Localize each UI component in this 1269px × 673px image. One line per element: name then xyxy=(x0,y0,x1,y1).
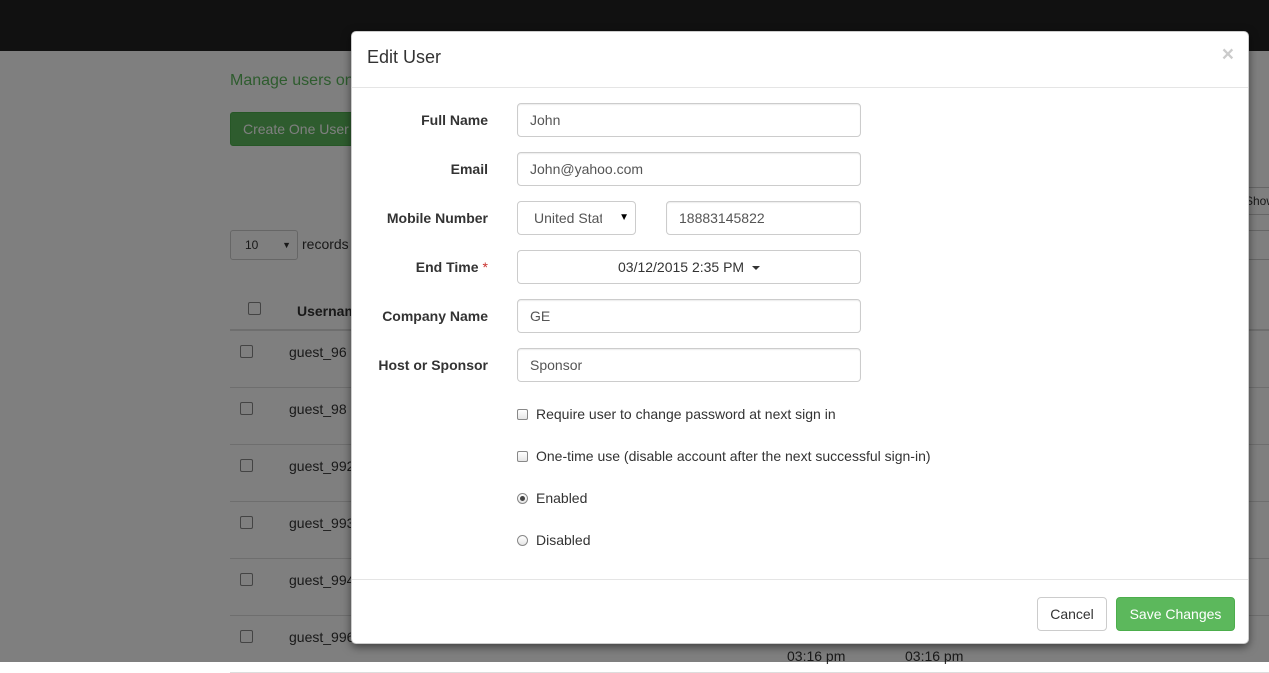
edit-user-modal: Edit User × Full Name Email Mobile Numbe… xyxy=(351,31,1249,644)
modal-footer: Cancel Save Changes xyxy=(352,579,1248,645)
disabled-radio[interactable] xyxy=(517,535,528,546)
cancel-button[interactable]: Cancel xyxy=(1037,597,1107,631)
chevron-down-icon: ▼ xyxy=(619,212,629,223)
one-time-label: One-time use (disable account after the … xyxy=(536,448,931,464)
one-time-checkbox[interactable] xyxy=(517,451,528,462)
company-label: Company Name xyxy=(382,308,488,324)
enabled-radio[interactable] xyxy=(517,493,528,504)
modal-header: Edit User × xyxy=(352,32,1248,88)
country-select[interactable]: United States ▼ xyxy=(517,201,636,235)
caret-down-icon xyxy=(752,266,760,271)
email-input[interactable] xyxy=(517,152,861,186)
one-time-option[interactable]: One-time use (disable account after the … xyxy=(517,448,931,464)
full-name-input[interactable] xyxy=(517,103,861,137)
end-time-label-text: End Time xyxy=(415,259,479,275)
mobile-label: Mobile Number xyxy=(386,210,488,226)
disabled-label: Disabled xyxy=(536,532,591,548)
country-value: United States xyxy=(534,210,602,226)
save-changes-button[interactable]: Save Changes xyxy=(1116,597,1235,631)
enabled-option[interactable]: Enabled xyxy=(517,490,587,506)
end-time-row: End Time * 03/12/2015 2:35 PM xyxy=(352,250,1248,284)
close-icon[interactable]: × xyxy=(1222,44,1234,65)
host-row: Host or Sponsor xyxy=(352,348,1248,382)
end-time-value: 03/12/2015 2:35 PM xyxy=(618,259,745,275)
require-change-checkbox[interactable] xyxy=(517,409,528,420)
end-time-label: End Time * xyxy=(352,259,488,275)
phone-input[interactable] xyxy=(666,201,861,235)
required-marker: * xyxy=(482,259,488,275)
host-input[interactable] xyxy=(517,348,861,382)
require-change-option[interactable]: Require user to change password at next … xyxy=(517,406,836,422)
full-name-label: Full Name xyxy=(421,112,488,128)
email-label: Email xyxy=(450,161,488,177)
end-time-picker-button[interactable]: 03/12/2015 2:35 PM xyxy=(517,250,861,284)
company-input[interactable] xyxy=(517,299,861,333)
modal-title: Edit User xyxy=(367,47,442,67)
disabled-option[interactable]: Disabled xyxy=(517,532,590,548)
mobile-row: Mobile Number United States ▼ xyxy=(352,201,1248,235)
enabled-label: Enabled xyxy=(536,490,588,506)
host-label: Host or Sponsor xyxy=(378,357,488,373)
require-change-label: Require user to change password at next … xyxy=(536,406,836,422)
email-row: Email xyxy=(352,152,1248,186)
full-name-row: Full Name xyxy=(352,103,1248,137)
company-row: Company Name xyxy=(352,299,1248,333)
